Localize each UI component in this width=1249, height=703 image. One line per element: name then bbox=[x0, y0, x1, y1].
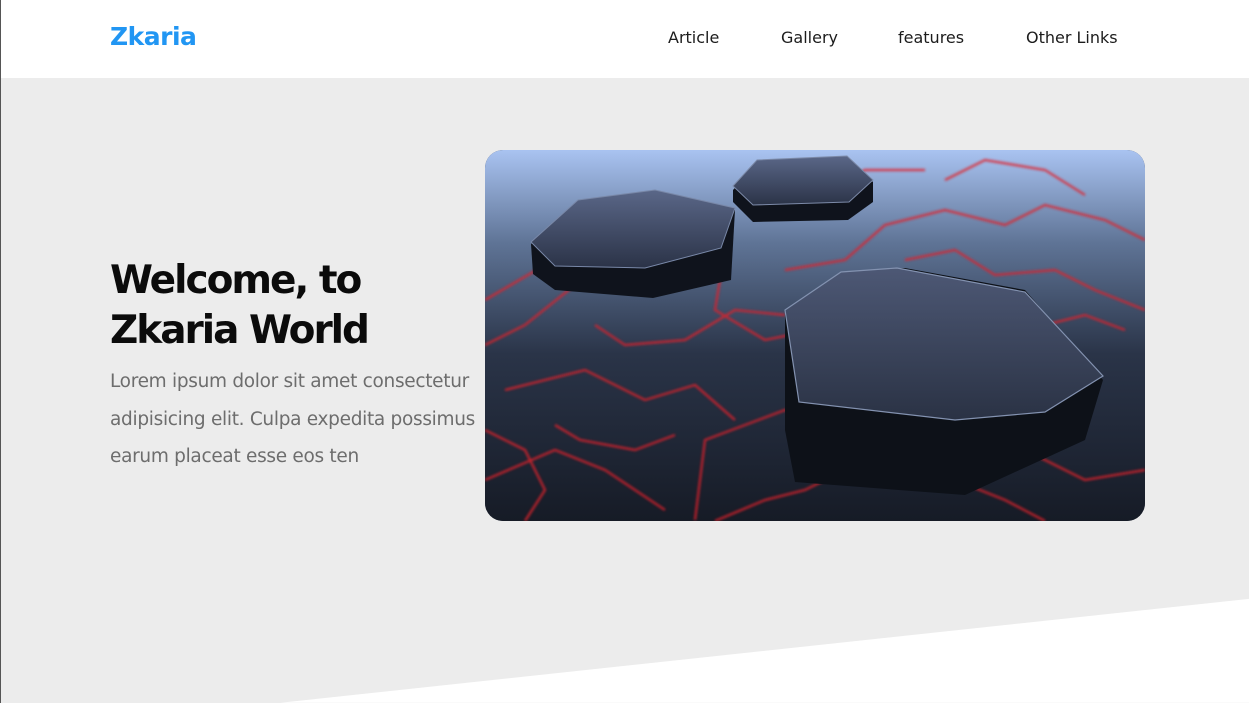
hexagon-illustration bbox=[485, 150, 1145, 521]
nav-link-features[interactable]: features bbox=[898, 28, 964, 47]
hero-title: Welcome, to Zkaria World bbox=[110, 258, 370, 353]
main-nav: Article Gallery features Other Links bbox=[1, 28, 1249, 50]
nav-link-article[interactable]: Article bbox=[668, 28, 719, 47]
hero-description: Lorem ipsum dolor sit amet consectetur a… bbox=[110, 371, 476, 467]
hexagon-small bbox=[732, 155, 874, 222]
nav-link-gallery[interactable]: Gallery bbox=[781, 28, 838, 47]
nav-link-other-links[interactable]: Other Links bbox=[1026, 28, 1118, 47]
site-header: Zkaria Article Gallery features Other Li… bbox=[1, 0, 1249, 78]
hero-section: Welcome, to Zkaria World Lorem ipsum dol… bbox=[1, 78, 1249, 703]
hero-image bbox=[485, 150, 1145, 521]
page: Zkaria Article Gallery features Other Li… bbox=[0, 0, 1249, 703]
